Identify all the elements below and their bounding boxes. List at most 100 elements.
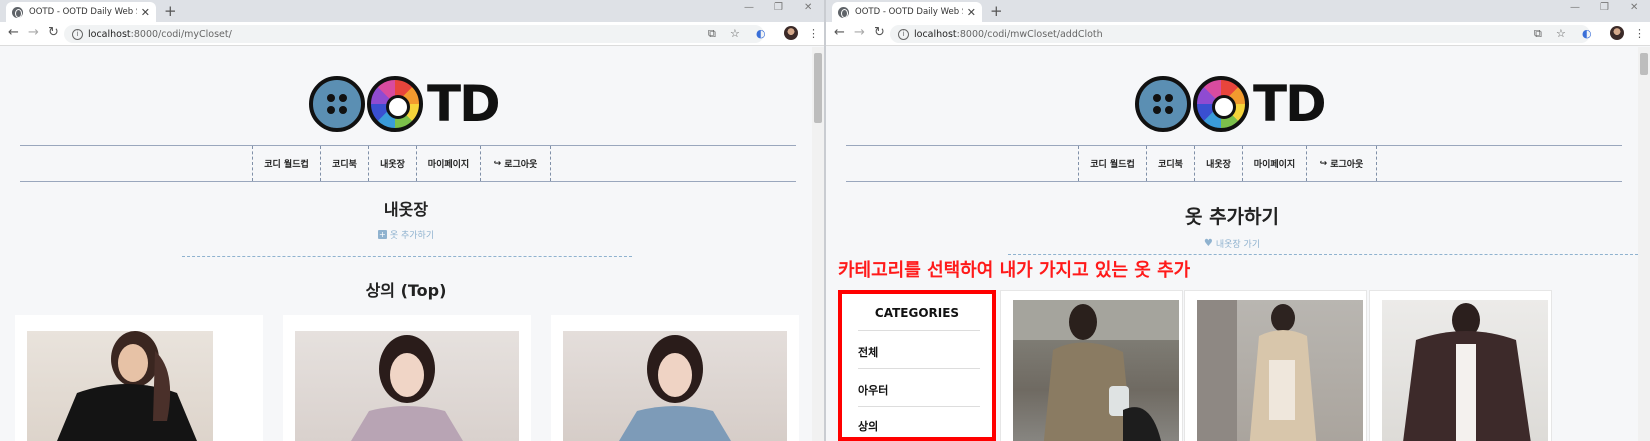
- main-nav: 코디 월드컵 코디북 내옷장 마이페이지 ↪ 로그아웃: [20, 145, 796, 182]
- cloth-photo: [27, 331, 213, 441]
- categories-panel: CATEGORIES 전체 아우터 상의: [838, 290, 996, 441]
- cloth-card[interactable]: [1000, 290, 1183, 441]
- nav-mypage[interactable]: 마이페이지: [1242, 146, 1306, 181]
- nav-label: 코디북: [332, 160, 357, 170]
- minimize-icon[interactable]: —: [744, 2, 754, 13]
- back-to-closet-label: 내옷장 가기: [1215, 240, 1261, 250]
- minimize-icon[interactable]: —: [1570, 2, 1580, 13]
- nav-codi-worldcup[interactable]: 코디 월드컵: [252, 146, 320, 181]
- nav-label: 코디 월드컵: [1090, 160, 1135, 170]
- address-bar[interactable]: i localhost:8000/codi/mwCloset/addCloth: [890, 25, 1590, 43]
- cloth-photo: [1013, 300, 1179, 441]
- heart-icon: ♥: [1203, 238, 1213, 249]
- translate-icon[interactable]: ⧉: [708, 27, 716, 41]
- cloth-photo: [1197, 300, 1363, 441]
- nav-label: 코디 월드컵: [264, 160, 309, 170]
- url-text: localhost:8000/codi/mwCloset/addCloth: [914, 28, 1103, 40]
- page-scrollbar[interactable]: [1638, 47, 1650, 441]
- tab-strip: OOTD - OOTD Daily Web Serv ✕ + — ❐ ✕: [826, 0, 1650, 22]
- nav-label: 마이페이지: [427, 160, 470, 170]
- globe-icon: [12, 6, 23, 18]
- cloth-card[interactable]: [283, 315, 531, 441]
- sign-out-icon: ↪: [1319, 158, 1328, 169]
- browser-tab[interactable]: OOTD - OOTD Daily Web Serv ✕: [832, 2, 982, 22]
- globe-icon: [838, 6, 849, 18]
- address-bar[interactable]: i localhost:8000/codi/myCloset/: [64, 25, 764, 43]
- page-title: 옷 추가하기: [1184, 206, 1279, 228]
- profile-avatar[interactable]: [784, 26, 798, 40]
- nav-logout[interactable]: ↪ 로그아웃: [1306, 146, 1377, 181]
- cloth-card[interactable]: [15, 315, 263, 441]
- browser-window-right: OOTD - OOTD Daily Web Serv ✕ + — ❐ ✕ ← →…: [826, 0, 1650, 441]
- sign-out-icon: ↪: [493, 158, 502, 169]
- category-divider: [858, 406, 980, 407]
- category-top[interactable]: 상의: [858, 418, 980, 434]
- add-cloth-link[interactable]: + 옷 추가하기: [0, 228, 812, 241]
- profile-avatar[interactable]: [1610, 26, 1624, 40]
- close-tab-icon[interactable]: ✕: [141, 6, 150, 19]
- restore-icon[interactable]: ❐: [1600, 2, 1609, 13]
- menu-dots-icon[interactable]: ⋮: [808, 27, 819, 40]
- reload-icon[interactable]: ↻: [48, 25, 59, 40]
- scroll-thumb[interactable]: [814, 53, 822, 123]
- color-wheel-logo-icon: [1193, 76, 1249, 132]
- extension-icon[interactable]: ◐: [756, 27, 766, 40]
- back-arrow-icon[interactable]: ←: [834, 25, 845, 40]
- nav-label: 로그아웃: [1330, 160, 1364, 170]
- browser-toolbar: ← → ↻ i localhost:8000/codi/mwCloset/add…: [826, 22, 1650, 46]
- color-wheel-logo-icon: [367, 76, 423, 132]
- bookmark-star-icon[interactable]: ☆: [730, 27, 740, 40]
- nav-label: 로그아웃: [504, 160, 538, 170]
- forward-arrow-icon[interactable]: →: [28, 25, 39, 40]
- nav-codibook[interactable]: 코디북: [320, 146, 368, 181]
- nav-mypage[interactable]: 마이페이지: [416, 146, 480, 181]
- back-arrow-icon[interactable]: ←: [8, 25, 19, 40]
- category-all[interactable]: 전체: [858, 344, 980, 360]
- nav-label: 마이페이지: [1253, 160, 1296, 170]
- extension-icon[interactable]: ◐: [1582, 27, 1592, 40]
- tab-title: OOTD - OOTD Daily Web Serv: [855, 7, 963, 17]
- bookmark-star-icon[interactable]: ☆: [1556, 27, 1566, 40]
- main-nav: 코디 월드컵 코디북 내옷장 마이페이지 ↪ 로그아웃: [846, 145, 1622, 182]
- nav-codibook[interactable]: 코디북: [1146, 146, 1194, 181]
- forward-arrow-icon[interactable]: →: [854, 25, 865, 40]
- new-tab-button[interactable]: +: [164, 2, 177, 20]
- logo-text: TD: [427, 75, 501, 133]
- cloth-photo: [1382, 300, 1548, 441]
- browser-window-left: OOTD - OOTD Daily Web Serv ✕ + — ❐ ✕ ← →…: [0, 0, 824, 441]
- plus-square-icon: +: [377, 230, 387, 239]
- new-tab-button[interactable]: +: [990, 2, 1003, 20]
- category-outer[interactable]: 아우터: [858, 382, 980, 398]
- browser-tab[interactable]: OOTD - OOTD Daily Web Serv ✕: [6, 2, 156, 22]
- nav-codi-worldcup[interactable]: 코디 월드컵: [1078, 146, 1146, 181]
- nav-logout[interactable]: ↪ 로그아웃: [480, 146, 551, 181]
- category-divider: [858, 368, 980, 369]
- restore-icon[interactable]: ❐: [774, 2, 783, 13]
- scroll-thumb[interactable]: [1640, 53, 1648, 75]
- nav-my-closet[interactable]: 내옷장: [368, 146, 416, 181]
- browser-toolbar: ← → ↻ i localhost:8000/codi/myCloset/ ⧉ …: [0, 22, 824, 46]
- nav-my-closet[interactable]: 내옷장: [1194, 146, 1242, 181]
- close-tab-icon[interactable]: ✕: [967, 6, 976, 19]
- page-scrollbar[interactable]: [812, 47, 824, 441]
- category-divider: [858, 330, 980, 331]
- reload-icon[interactable]: ↻: [874, 25, 885, 40]
- back-to-closet-link[interactable]: ♥ 내옷장 가기: [826, 237, 1638, 250]
- nav-label: 내옷장: [1206, 160, 1231, 170]
- cloth-card[interactable]: [551, 315, 799, 441]
- close-window-icon[interactable]: ✕: [804, 2, 812, 13]
- annotation-caption: 카테고리를 선택하여 내가 가지고 있는 옷 추가: [838, 260, 1191, 281]
- page-title: 내옷장: [383, 200, 429, 219]
- close-window-icon[interactable]: ✕: [1630, 2, 1638, 13]
- categories-title: CATEGORIES: [874, 306, 960, 320]
- button-logo-icon: [1135, 76, 1191, 132]
- translate-icon[interactable]: ⧉: [1534, 27, 1542, 41]
- nav-label: 코디북: [1158, 160, 1183, 170]
- ootd-logo[interactable]: TD: [309, 75, 501, 133]
- menu-dots-icon[interactable]: ⋮: [1634, 27, 1645, 40]
- info-icon: i: [72, 28, 83, 40]
- ootd-logo[interactable]: TD: [1135, 75, 1327, 133]
- cloth-card[interactable]: [1369, 290, 1552, 441]
- cloth-card[interactable]: [1184, 290, 1367, 441]
- info-icon: i: [898, 28, 909, 40]
